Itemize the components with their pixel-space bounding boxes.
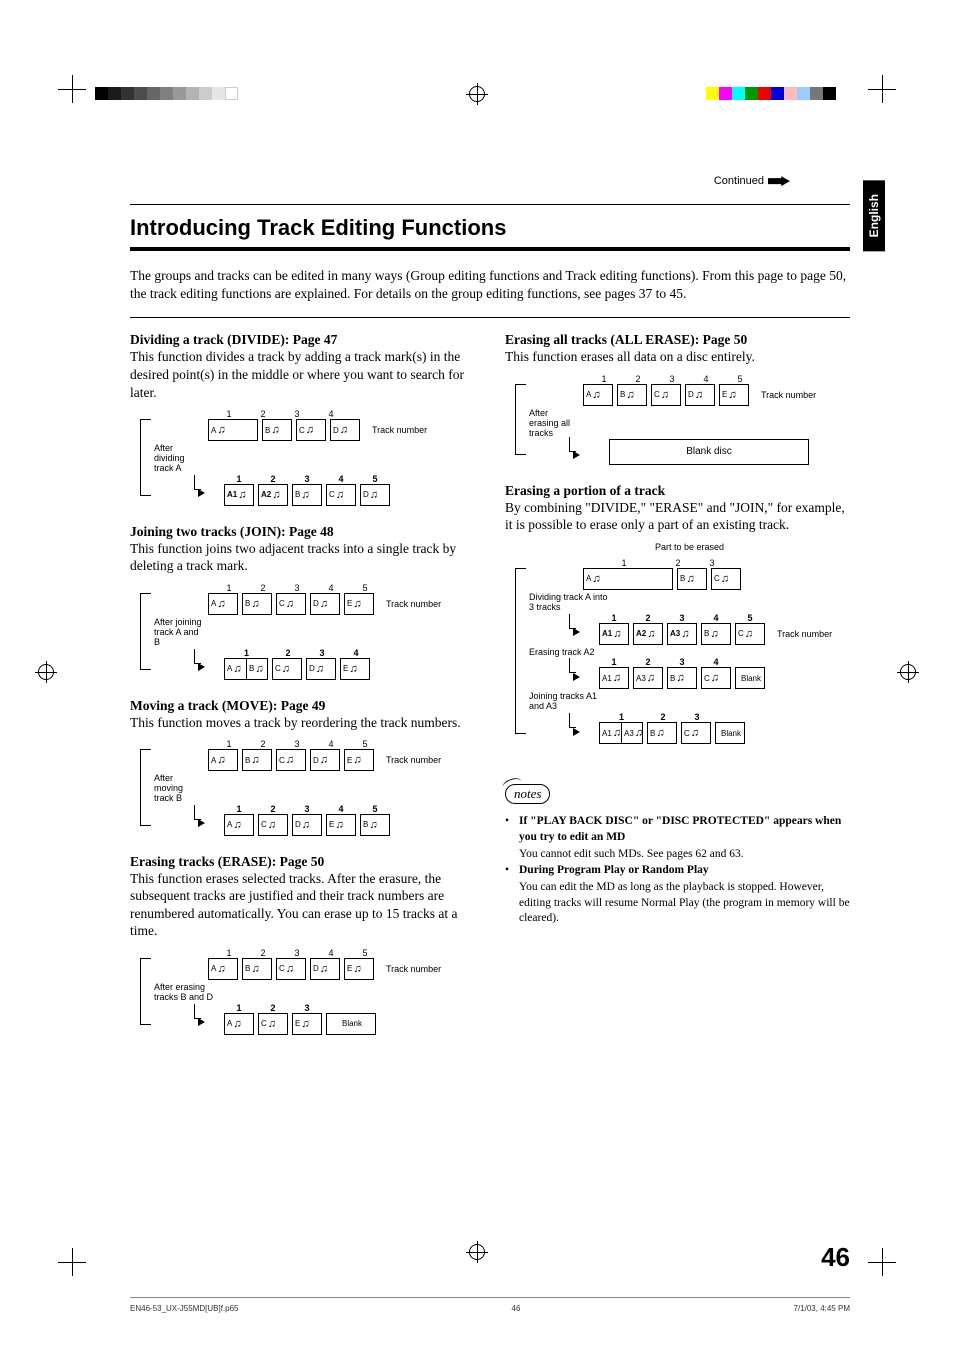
all-erase-action-label: After erasing all tracks (529, 409, 579, 439)
erase-title: Erasing tracks (ERASE): Page 50 (130, 854, 324, 869)
registration-mark (469, 1244, 485, 1260)
join-action-label: After joining track A and B (154, 618, 204, 648)
language-tab: English (863, 180, 885, 251)
registration-mark (38, 664, 54, 680)
all-erase-title: Erasing all tracks (ALL ERASE): Page 50 (505, 332, 747, 347)
join-title: Joining two tracks (JOIN): Page 48 (130, 524, 334, 539)
colorbar-color (706, 87, 836, 100)
divide-action-label: After dividing track A (154, 444, 204, 474)
section-erase-portion: Erasing a portion of a track By combinin… (505, 483, 850, 745)
portion-step2-label: Erasing track A2 (529, 648, 609, 658)
section-erase: Erasing tracks (ERASE): Page 50 This fun… (130, 854, 475, 1035)
footer: EN46-53_UX-J55MD[UB]f.p65 46 7/1/03, 4:4… (130, 1297, 850, 1313)
notes-block: notes •If "PLAY BACK DISC" or "DISC PROT… (505, 784, 850, 927)
colorbar-greyscale (95, 87, 238, 100)
track-number-label: Track number (386, 755, 441, 765)
move-body: This function moves a track by reorderin… (130, 714, 475, 732)
page-title: Introducing Track Editing Functions (130, 215, 850, 241)
note-1-desc: You cannot edit such MDs. See pages 62 a… (519, 847, 850, 863)
notes-icon: notes (505, 784, 550, 804)
section-move: Moving a track (MOVE): Page 49 This func… (130, 698, 475, 836)
track-number-label: Track number (372, 425, 427, 435)
move-title: Moving a track (MOVE): Page 49 (130, 698, 325, 713)
note-2-desc: You can edit the MD as long as the playb… (519, 880, 850, 927)
erase-body: This function erases selected tracks. Af… (130, 870, 475, 940)
track-number-label: Track number (386, 599, 441, 609)
crop-mark (868, 75, 896, 103)
crop-mark (58, 75, 86, 103)
all-erase-body: This function erases all data on a disc … (505, 348, 850, 366)
section-all-erase: Erasing all tracks (ALL ERASE): Page 50 … (505, 332, 850, 464)
crop-mark (58, 1248, 86, 1276)
blank-disc-label: Blank disc (609, 439, 809, 465)
continued-indicator: Continued (714, 175, 790, 187)
crop-mark (868, 1248, 896, 1276)
note-2-title: During Program Play or Random Play (519, 863, 709, 879)
section-divide: Dividing a track (DIVIDE): Page 47 This … (130, 332, 475, 505)
portion-title: Erasing a portion of a track (505, 483, 665, 498)
section-join: Joining two tracks (JOIN): Page 48 This … (130, 524, 475, 680)
track-number-label: Track number (777, 629, 832, 639)
portion-step3-label: Joining tracks A1 and A3 (529, 692, 609, 712)
move-action-label: After moving track B (154, 774, 204, 804)
intro-text: The groups and tracks can be edited in m… (130, 267, 850, 303)
divide-title: Dividing a track (DIVIDE): Page 47 (130, 332, 337, 347)
footer-timestamp: 7/1/03, 4:45 PM (794, 1304, 850, 1313)
registration-mark (469, 86, 485, 102)
portion-step1-label: Dividing track A into 3 tracks (529, 593, 609, 613)
footer-filename: EN46-53_UX-J55MD[UB]f.p65 (130, 1304, 239, 1313)
divide-body: This function divides a track by adding … (130, 348, 475, 401)
track-number-label: Track number (761, 390, 816, 400)
page-number: 46 (821, 1242, 850, 1273)
registration-mark (900, 664, 916, 680)
footer-page: 46 (512, 1304, 521, 1313)
note-1-title: If "PLAY BACK DISC" or "DISC PROTECTED" … (519, 814, 850, 845)
track-number-label: Track number (386, 964, 441, 974)
join-body: This function joins two adjacent tracks … (130, 540, 475, 575)
part-to-erase-label: Part to be erased (655, 542, 850, 552)
erase-action-label: After erasing tracks B and D (154, 983, 224, 1003)
portion-body: By combining "DIVIDE," "ERASE" and "JOIN… (505, 499, 850, 534)
